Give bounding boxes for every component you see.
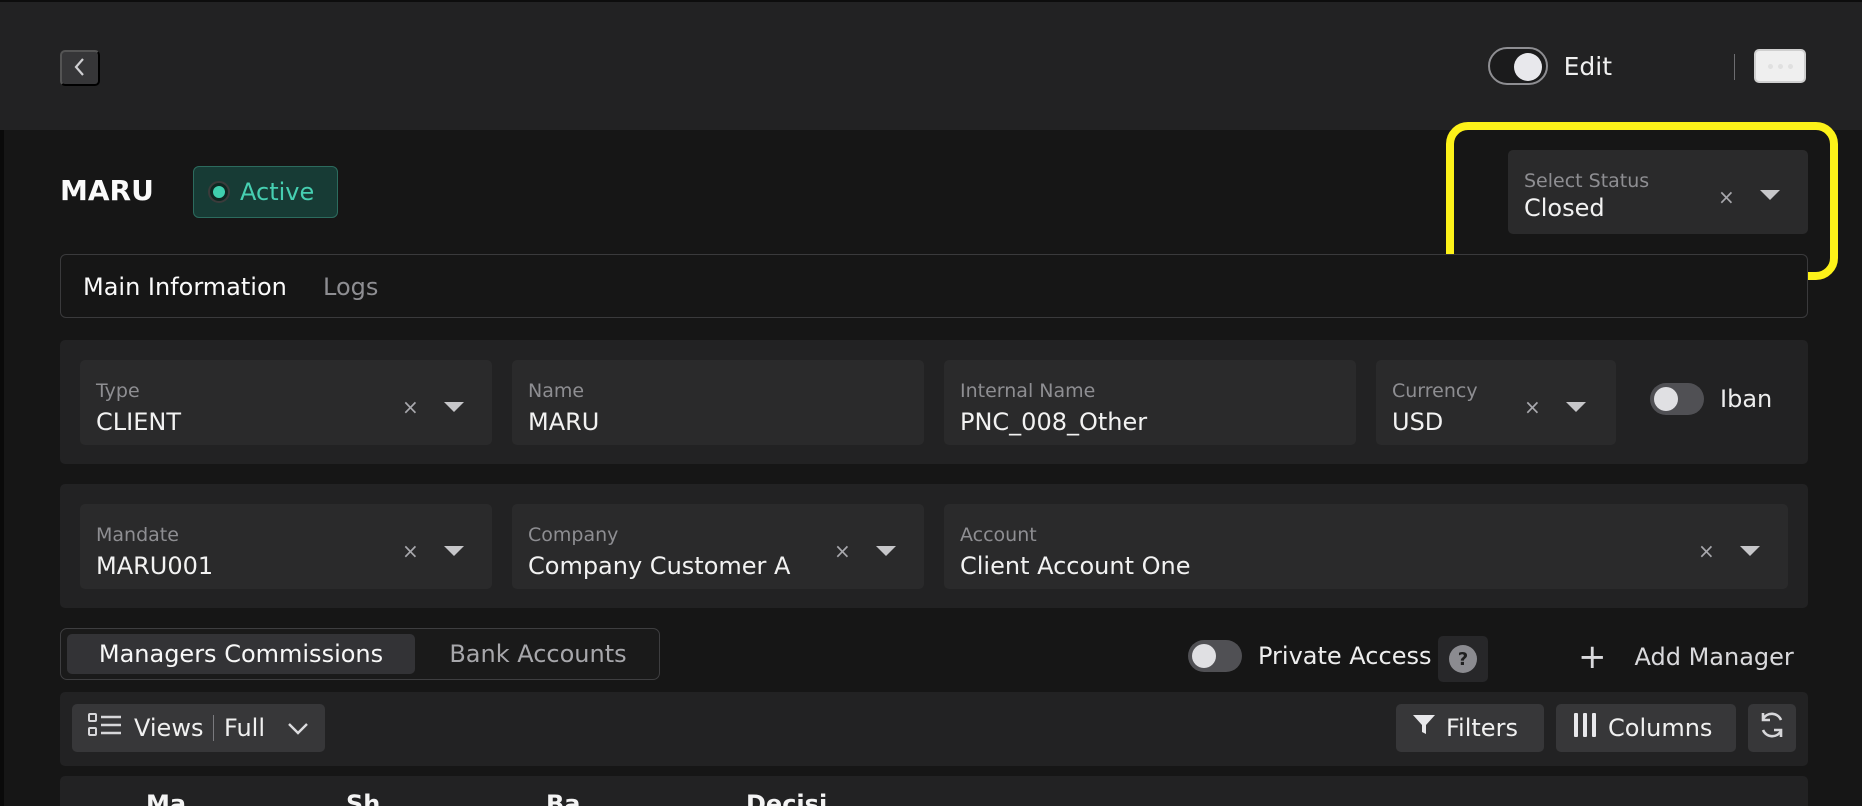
section-tabs: Managers Commissions Bank Accounts [60, 628, 660, 680]
iban-toggle-group: Iban [1650, 383, 1772, 415]
relationship-panel: Mandate MARU001 × Company Company Custom… [60, 484, 1808, 608]
refresh-button[interactable] [1748, 704, 1796, 752]
filters-label: Filters [1446, 714, 1518, 742]
views-button[interactable]: Views Full [72, 704, 325, 752]
select-status-dropdown[interactable]: Select Status Closed × [1508, 150, 1808, 234]
top-bar: Edit [0, 0, 1862, 130]
main-tabs: Main Information Logs [60, 254, 1808, 318]
column-header[interactable]: Decisi [746, 790, 827, 806]
columns-label: Columns [1608, 714, 1713, 742]
clear-status-icon[interactable]: × [1718, 185, 1735, 209]
iban-label: Iban [1720, 385, 1773, 413]
chevron-down-icon[interactable] [444, 546, 464, 556]
company-label: Company [528, 524, 619, 546]
chevron-left-icon [73, 57, 87, 80]
toolbar-divider [1734, 54, 1735, 80]
tab-managers-commissions[interactable]: Managers Commissions [67, 634, 415, 674]
private-access-label: Private Access [1258, 642, 1432, 670]
type-value: CLIENT [96, 408, 181, 436]
edit-label: Edit [1563, 51, 1612, 81]
filter-icon [1412, 714, 1436, 742]
table-header: Ma Sh Ba Decisi [60, 776, 1808, 806]
select-status-value: Closed [1524, 194, 1605, 222]
tab-logs[interactable]: Logs [323, 273, 378, 301]
type-label: Type [96, 380, 140, 402]
name-value: MARU [528, 408, 600, 436]
internal-name-label: Internal Name [960, 380, 1096, 402]
mandate-value: MARU001 [96, 552, 214, 580]
column-header[interactable]: Ba [546, 790, 581, 806]
mandate-select[interactable]: Mandate MARU001 × [80, 504, 492, 589]
help-icon: ? [1449, 645, 1477, 673]
account-value: Client Account One [960, 552, 1191, 580]
refresh-icon [1757, 710, 1787, 746]
status-badge: Active [193, 166, 338, 218]
more-dots-icon [1767, 63, 1773, 69]
chevron-down-icon[interactable] [1760, 190, 1780, 200]
views-mode: Full [223, 714, 265, 742]
add-manager-button[interactable]: + Add Manager [1578, 640, 1794, 674]
grid-toolbar: Views Full Filters Columns [60, 692, 1808, 766]
column-header[interactable]: Sh [346, 790, 380, 806]
company-select[interactable]: Company Company Customer A × [512, 504, 924, 589]
internal-name-field[interactable]: Internal Name PNC_008_Other [944, 360, 1356, 445]
help-button[interactable]: ? [1438, 636, 1488, 682]
plus-icon: + [1578, 637, 1607, 677]
page-title: MARU [60, 174, 154, 207]
clear-mandate-icon[interactable]: × [402, 539, 419, 563]
company-value: Company Customer A [528, 552, 791, 580]
name-label: Name [528, 380, 585, 402]
column-header[interactable]: Ma [146, 790, 186, 806]
edit-toggle-group: Edit [1487, 46, 1612, 86]
chevron-down-icon[interactable] [1740, 546, 1760, 556]
chevron-down-icon[interactable] [1566, 402, 1586, 412]
currency-label: Currency [1392, 380, 1478, 402]
filters-button[interactable]: Filters [1396, 704, 1544, 752]
back-button[interactable] [60, 50, 100, 86]
currency-value: USD [1392, 408, 1444, 436]
chevron-down-icon[interactable] [876, 546, 896, 556]
tab-main-information[interactable]: Main Information [83, 273, 287, 301]
account-label: Account [960, 524, 1037, 546]
account-select[interactable]: Account Client Account One × [944, 504, 1788, 589]
columns-button[interactable]: Columns [1556, 704, 1736, 752]
list-view-icon [88, 713, 122, 743]
chevron-down-icon[interactable] [444, 402, 464, 412]
clear-currency-icon[interactable]: × [1524, 395, 1541, 419]
mandate-label: Mandate [96, 524, 179, 546]
clear-account-icon[interactable]: × [1698, 539, 1715, 563]
more-options-button[interactable] [1754, 49, 1806, 83]
private-access-group: Private Access [1188, 640, 1431, 672]
select-status-label: Select Status [1524, 170, 1650, 192]
internal-name-value: PNC_008_Other [960, 408, 1148, 436]
clear-type-icon[interactable]: × [402, 395, 419, 419]
views-label: Views [134, 714, 204, 742]
status-dot-icon [208, 181, 230, 203]
columns-icon [1572, 712, 1598, 744]
tab-bank-accounts[interactable]: Bank Accounts [423, 634, 653, 674]
name-field[interactable]: Name MARU [512, 360, 924, 445]
chevron-down-icon [287, 714, 309, 742]
status-label: Active [240, 178, 315, 206]
basic-info-panel: Type CLIENT × Name MARU Internal Name PN… [60, 340, 1808, 464]
clear-company-icon[interactable]: × [834, 539, 851, 563]
private-access-toggle[interactable] [1188, 640, 1242, 672]
edit-toggle[interactable] [1487, 47, 1548, 85]
add-manager-label: Add Manager [1634, 643, 1794, 671]
currency-select[interactable]: Currency USD × [1376, 360, 1616, 445]
type-select[interactable]: Type CLIENT × [80, 360, 492, 445]
iban-toggle[interactable] [1650, 383, 1704, 415]
